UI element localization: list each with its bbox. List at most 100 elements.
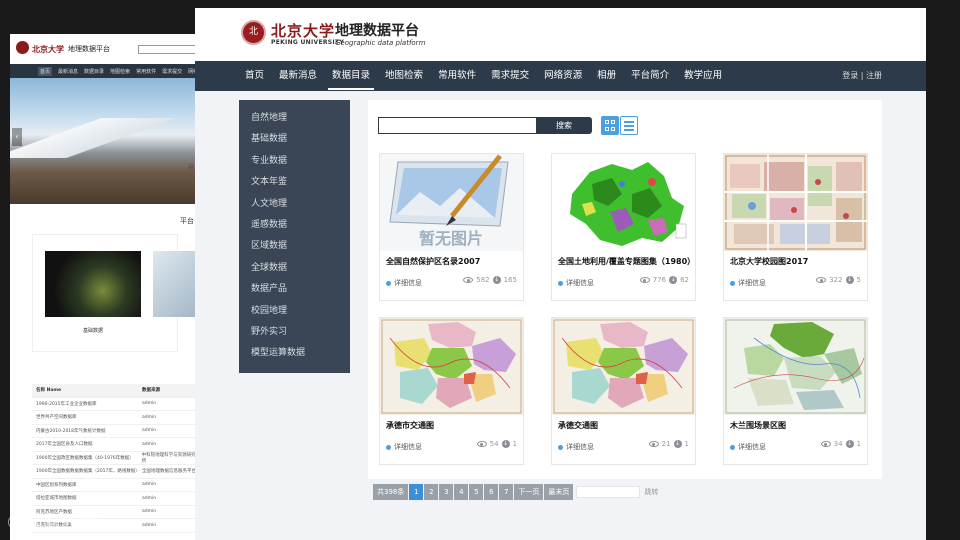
sidebar-item-professional-data[interactable]: 专业数据 — [239, 151, 350, 172]
next-page-button[interactable]: 下一页 — [514, 484, 544, 500]
details-label[interactable]: 详细信息 — [738, 442, 766, 452]
dataset-title[interactable]: 全国土地利用/覆盖专题图集（1980） — [558, 256, 695, 267]
bg-cell-name[interactable]: 内蒙古2010-2018年气象统计数据 — [32, 428, 142, 434]
dataset-title[interactable]: 承德交通图 — [558, 420, 598, 431]
bg-cell-name[interactable]: 1900年全国数据数据数据集（2017年，路线数据） — [32, 468, 142, 474]
bg-thumbnail-europe-map[interactable] — [45, 251, 141, 317]
details-link[interactable]: 详细信息 — [730, 442, 766, 452]
jump-button[interactable]: 跳转 — [644, 487, 658, 497]
page-button[interactable]: 3 — [439, 484, 454, 500]
page-button[interactable]: 4 — [454, 484, 469, 500]
page-button[interactable]: 6 — [484, 484, 499, 500]
sidebar-item-data-products[interactable]: 数据产品 — [239, 279, 350, 300]
bg-cell-name[interactable]: 2017年全国区县及人口数据 — [32, 441, 142, 447]
dataset-title[interactable]: 全国自然保护区名录2007 — [386, 256, 480, 267]
details-link[interactable]: 详细信息 — [730, 278, 766, 288]
bg-table-row[interactable]: 1900年全国政区数据数据集（40-1976年数据） 中科院地理科学与资源研究所 — [32, 452, 200, 465]
sidebar-item-yearbook[interactable]: 文本年鉴 — [239, 172, 350, 193]
dataset-card[interactable]: 承德市交通图 详细信息 54 ↓ 1 — [379, 317, 524, 465]
nav-news[interactable]: 最新消息 — [279, 61, 317, 91]
bg-univ-name: 北京大学 — [32, 43, 64, 54]
dataset-thumbnail-mulan-map[interactable] — [724, 318, 867, 415]
bg-nav-item[interactable]: 常用软件 — [136, 68, 156, 75]
details-link[interactable]: 详细信息 — [386, 442, 422, 452]
sidebar-item-basic-data[interactable]: 基础数据 — [239, 129, 350, 150]
bg-thumbnail-2[interactable] — [153, 251, 200, 317]
dataset-card[interactable]: 北京大学校园图2017 详细信息 322 ↓ 5 — [723, 153, 868, 301]
bg-cell-name[interactable]: 世界共产空间数据库 — [32, 414, 142, 420]
bg-nav-item[interactable]: 需求提交 — [162, 68, 182, 75]
bg-nav-item[interactable]: 地图检索 — [110, 68, 130, 75]
dataset-card[interactable]: 承德交通图 详细信息 21 ↓ 1 — [551, 317, 696, 465]
bg-table-row[interactable]: 塔拉亚城市地图数据 admin — [32, 492, 200, 506]
nav-teaching[interactable]: 教学应用 — [684, 61, 722, 91]
page-button[interactable]: 2 — [424, 484, 439, 500]
dataset-card[interactable]: 木兰围场景区图 详细信息 34 ↓ 1 — [723, 317, 868, 465]
bg-table-row[interactable]: 世界共产空间数据库 admin — [32, 411, 200, 425]
details-label[interactable]: 详细信息 — [566, 278, 594, 288]
nav-map-search[interactable]: 地图检索 — [385, 61, 423, 91]
sidebar-item-physical-geography[interactable]: 自然地理 — [239, 108, 350, 129]
bg-cell-name[interactable]: 1900年全国政区数据数据集（40-1976年数据） — [32, 455, 142, 461]
search-input[interactable] — [378, 117, 536, 134]
dataset-thumbnail-campus-map[interactable] — [724, 154, 867, 251]
list-view-icon[interactable] — [620, 116, 638, 135]
dataset-thumbnail-chengde-map[interactable] — [552, 318, 695, 415]
nav-resources[interactable]: 网络资源 — [544, 61, 582, 91]
search-button[interactable]: 搜索 — [536, 117, 592, 134]
bg-search-input[interactable] — [138, 45, 198, 54]
dataset-title[interactable]: 北京大学校园图2017 — [730, 256, 808, 267]
bg-table-row[interactable]: 1900年全国数据数据数据集（2017年，路线数据） 全国地理数据信息服务平台 — [32, 465, 200, 479]
details-link[interactable]: 详细信息 — [558, 278, 594, 288]
last-page-button[interactable]: 最末页 — [544, 484, 574, 500]
details-link[interactable]: 详细信息 — [558, 442, 594, 452]
bg-cell-name[interactable]: 中国区划系列数据库 — [32, 482, 142, 488]
sidebar-item-regional-data[interactable]: 区域数据 — [239, 236, 350, 257]
sidebar-item-model-data[interactable]: 模型运算数据 — [239, 343, 350, 364]
details-link[interactable]: 详细信息 — [386, 278, 422, 288]
sidebar-item-campus-geography[interactable]: 校园地理 — [239, 301, 350, 322]
university-logo-icon[interactable]: 北 — [241, 20, 266, 45]
login-register-link[interactable]: 登录 | 注册 — [842, 61, 882, 91]
nav-home[interactable]: 首页 — [245, 61, 264, 91]
bg-nav-item[interactable]: 首页 — [38, 66, 53, 76]
page-button[interactable]: 1 — [409, 484, 424, 500]
bg-cell-name[interactable]: 塔拉亚城市地图数据 — [32, 495, 142, 501]
bg-table-row[interactable]: 1990-2015年工业企业数据库 admin — [32, 398, 200, 411]
main-nav: 首页 最新消息 数据目录 地图检索 常用软件 需求提交 网络资源 相册 平台简介… — [195, 61, 926, 91]
details-label[interactable]: 详细信息 — [566, 442, 594, 452]
grid-view-icon[interactable] — [601, 116, 619, 135]
sidebar-item-human-geography[interactable]: 人文地理 — [239, 194, 350, 215]
page-button[interactable]: 5 — [469, 484, 484, 500]
dataset-card[interactable]: 暂无图片 全国自然保护区名录2007 详细信息 582 ↓ 165 — [379, 153, 524, 301]
info-dot-icon — [558, 444, 563, 450]
sidebar-item-field-practice[interactable]: 野外实习 — [239, 322, 350, 343]
dataset-thumbnail-chengde-map[interactable] — [380, 318, 523, 415]
nav-software[interactable]: 常用软件 — [438, 61, 476, 91]
nav-data-catalog[interactable]: 数据目录 — [328, 61, 375, 91]
eye-icon — [820, 441, 831, 447]
dataset-thumbnail-placeholder[interactable]: 暂无图片 — [380, 154, 523, 251]
bg-cell-name[interactable]: 1990-2015年工业企业数据库 — [32, 401, 142, 407]
bg-table-row[interactable]: 2017年全国区县及人口数据 admin — [32, 438, 200, 452]
bg-table-row[interactable]: 内蒙古2010-2018年气象统计数据 admin — [32, 425, 200, 438]
page-button[interactable]: 7 — [499, 484, 514, 500]
nav-album[interactable]: 相册 — [597, 61, 616, 91]
nav-about[interactable]: 平台简介 — [631, 61, 669, 91]
dataset-title[interactable]: 承德市交通图 — [386, 420, 434, 431]
sidebar-item-remote-sensing[interactable]: 遥感数据 — [239, 215, 350, 236]
dataset-thumbnail-landuse-map[interactable] — [552, 154, 695, 251]
nav-request[interactable]: 需求提交 — [491, 61, 529, 91]
details-label[interactable]: 详细信息 — [394, 442, 422, 452]
dataset-title[interactable]: 木兰围场景区图 — [730, 420, 786, 431]
bg-table-row[interactable]: 中国区划系列数据库 admin — [32, 479, 200, 492]
sidebar-item-global-data[interactable]: 全球数据 — [239, 258, 350, 279]
dataset-card[interactable]: 全国土地利用/覆盖专题图集（1980） 详细信息 776 ↓ 62 — [551, 153, 696, 301]
bg-cell-source: admin — [142, 482, 157, 488]
details-label[interactable]: 详细信息 — [394, 278, 422, 288]
bg-nav-item[interactable]: 最新消息 — [58, 68, 78, 75]
carousel-prev-icon[interactable]: ‹ — [12, 128, 22, 146]
bg-nav-item[interactable]: 数据目录 — [84, 68, 104, 75]
page-jump-input[interactable] — [576, 486, 641, 498]
details-label[interactable]: 详细信息 — [738, 278, 766, 288]
